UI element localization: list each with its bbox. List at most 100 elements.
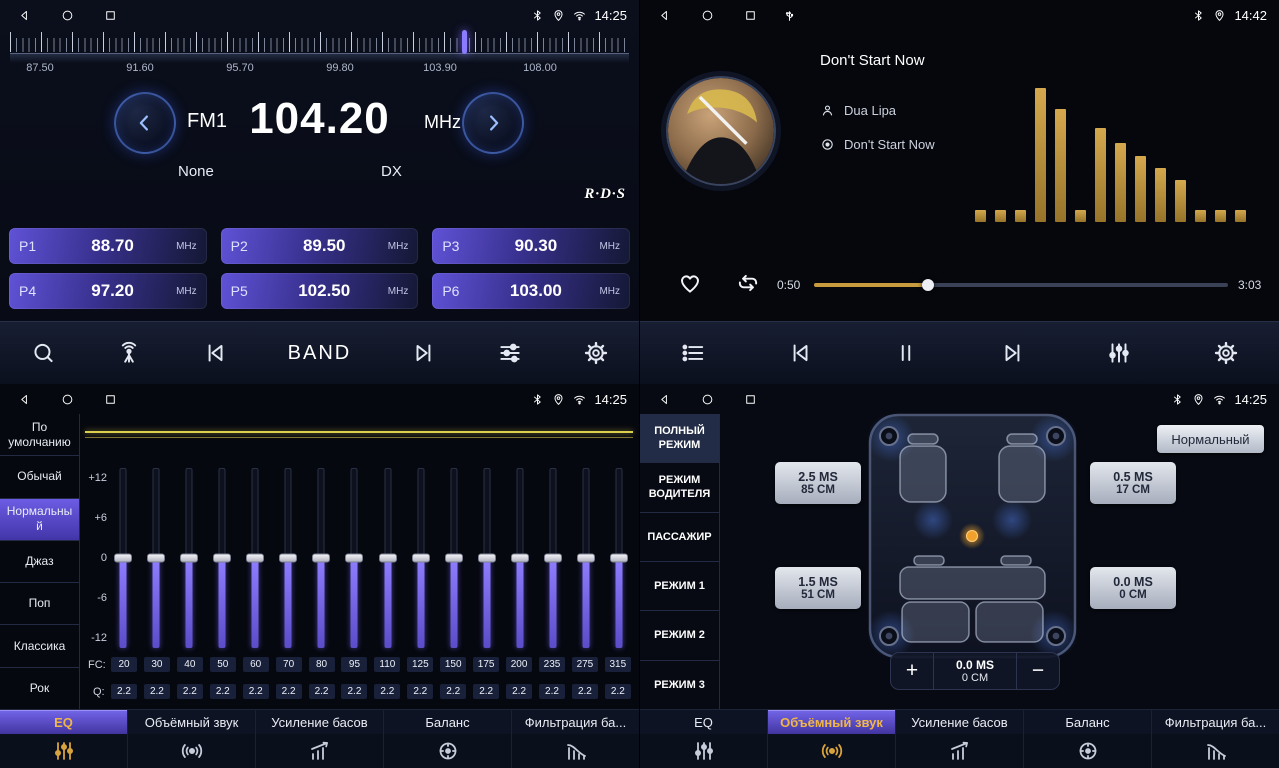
radio-preset-p3[interactable]: P390.30MHz <box>432 228 630 264</box>
sf-mode-passenger[interactable]: ПАССАЖИР <box>640 513 719 562</box>
balance-fader-icon[interactable] <box>1024 734 1151 768</box>
tab-surround[interactable]: Объёмный звук <box>768 710 896 768</box>
eq-band-slider-200hz[interactable] <box>508 468 532 648</box>
tab-bass-boost[interactable]: Усиление басов <box>896 710 1024 768</box>
nav-recents-icon[interactable] <box>104 9 117 22</box>
eq-band-slider-80hz[interactable] <box>309 468 333 648</box>
nav-back-icon[interactable] <box>658 393 671 406</box>
eq-band-slider-175hz[interactable] <box>475 468 499 648</box>
eq-slider-handle[interactable] <box>345 554 363 563</box>
nav-home-icon[interactable] <box>61 393 74 406</box>
audio-settings-icon[interactable] <box>497 340 523 366</box>
eq-band-slider-60hz[interactable] <box>243 468 267 648</box>
delay-front-right[interactable]: 0.5 MS 17 CM <box>1090 462 1176 504</box>
eq-preset-normal[interactable]: Нормальный <box>0 499 79 541</box>
next-track-icon[interactable] <box>1000 340 1026 366</box>
tab-label[interactable]: Объёмный звук <box>128 710 255 734</box>
filter-crossover-icon[interactable] <box>1152 734 1279 768</box>
tab-balance[interactable]: Баланс <box>1024 710 1152 768</box>
sf-mode-2[interactable]: РЕЖИМ 2 <box>640 611 719 660</box>
eq-band-slider-30hz[interactable] <box>144 468 168 648</box>
nav-back-icon[interactable] <box>18 393 31 406</box>
eq-slider-handle[interactable] <box>577 554 595 563</box>
frequency-pointer[interactable] <box>462 30 467 54</box>
next-station-icon[interactable] <box>411 340 437 366</box>
filter-crossover-icon[interactable] <box>512 734 639 768</box>
nav-recents-icon[interactable] <box>104 393 117 406</box>
eq-preset-classic[interactable]: Классика <box>0 625 79 667</box>
tab-surround[interactable]: Объёмный звук <box>128 710 256 768</box>
sf-mode-driver[interactable]: РЕЖИМ ВОДИТЕЛЯ <box>640 463 719 512</box>
progress-bar[interactable] <box>814 283 1228 287</box>
eq-slider-handle[interactable] <box>478 554 496 563</box>
favorite-heart-icon[interactable] <box>677 270 703 296</box>
tab-label[interactable]: Усиление басов <box>256 710 383 734</box>
tab-filter[interactable]: Фильтрация ба... <box>1152 710 1279 768</box>
delay-front-left[interactable]: 2.5 MS 85 CM <box>775 462 861 504</box>
delay-rear-right[interactable]: 0.0 MS 0 CM <box>1090 567 1176 609</box>
eq-band-slider-125hz[interactable] <box>409 468 433 648</box>
eq-slider-handle[interactable] <box>544 554 562 563</box>
eq-preset-jazz[interactable]: Джаз <box>0 541 79 583</box>
nav-home-icon[interactable] <box>701 9 714 22</box>
settings-gear-icon[interactable] <box>1213 340 1239 366</box>
tab-label[interactable]: EQ <box>640 710 767 734</box>
eq-slider-handle[interactable] <box>180 554 198 563</box>
sf-mode-1[interactable]: РЕЖИМ 1 <box>640 562 719 611</box>
tab-label[interactable]: Объёмный звук <box>768 710 895 734</box>
tab-label[interactable]: Баланс <box>1024 710 1151 734</box>
band-button[interactable]: BAND <box>288 342 352 365</box>
surround-sound-icon[interactable] <box>768 734 895 768</box>
eq-faders-icon[interactable] <box>640 734 767 768</box>
increase-delay-button[interactable]: + <box>891 653 933 689</box>
tab-balance[interactable]: Баланс <box>384 710 512 768</box>
tab-eq[interactable]: EQ <box>640 710 768 768</box>
eq-slider-handle[interactable] <box>114 554 132 563</box>
frequency-scale[interactable]: 87.50 91.60 95.70 99.80 103.90 108.00 <box>10 30 629 80</box>
nav-back-icon[interactable] <box>18 9 31 22</box>
radio-preset-p4[interactable]: P497.20MHz <box>9 273 207 309</box>
bass-boost-icon[interactable] <box>256 734 383 768</box>
eq-preset-default[interactable]: По умолчанию <box>0 414 79 456</box>
sf-preset-button[interactable]: Нормальный <box>1157 425 1264 453</box>
eq-slider-handle[interactable] <box>379 554 397 563</box>
eq-band-slider-315hz[interactable] <box>607 468 631 648</box>
eq-slider-handle[interactable] <box>312 554 330 563</box>
radio-preset-p6[interactable]: P6103.00MHz <box>432 273 630 309</box>
sf-mode-3[interactable]: РЕЖИМ 3 <box>640 661 719 710</box>
eq-slider-handle[interactable] <box>511 554 529 563</box>
bass-boost-icon[interactable] <box>896 734 1023 768</box>
eq-slider-handle[interactable] <box>246 554 264 563</box>
sf-mode-full[interactable]: ПОЛНЫЙ РЕЖИМ <box>640 414 719 463</box>
eq-band-slider-235hz[interactable] <box>541 468 565 648</box>
eq-slider-handle[interactable] <box>147 554 165 563</box>
tab-bass-boost[interactable]: Усиление басов <box>256 710 384 768</box>
radio-preset-p1[interactable]: P188.70MHz <box>9 228 207 264</box>
eq-band-slider-70hz[interactable] <box>276 468 300 648</box>
eq-slider-handle[interactable] <box>279 554 297 563</box>
eq-slider-handle[interactable] <box>412 554 430 563</box>
eq-slider-handle[interactable] <box>610 554 628 563</box>
eq-band-slider-275hz[interactable] <box>574 468 598 648</box>
radio-preset-p5[interactable]: P5102.50MHz <box>221 273 419 309</box>
eq-band-slider-40hz[interactable] <box>177 468 201 648</box>
eq-slider-handle[interactable] <box>445 554 463 563</box>
radio-scan-icon[interactable] <box>116 340 142 366</box>
surround-sound-icon[interactable] <box>128 734 255 768</box>
eq-band-slider-150hz[interactable] <box>442 468 466 648</box>
nav-home-icon[interactable] <box>701 393 714 406</box>
tab-label[interactable]: EQ <box>0 710 127 734</box>
eq-slider-handle[interactable] <box>213 554 231 563</box>
eq-band-slider-20hz[interactable] <box>111 468 135 648</box>
repeat-icon[interactable] <box>735 270 761 296</box>
eq-band-slider-110hz[interactable] <box>376 468 400 648</box>
eq-preset-pop[interactable]: Поп <box>0 583 79 625</box>
tab-label[interactable]: Фильтрация ба... <box>512 710 639 734</box>
tab-label[interactable]: Фильтрация ба... <box>1152 710 1279 734</box>
previous-station-icon[interactable] <box>202 340 228 366</box>
playlist-icon[interactable] <box>680 340 706 366</box>
equalizer-faders-icon[interactable] <box>1106 340 1132 366</box>
settings-gear-icon[interactable] <box>583 340 609 366</box>
tab-filter[interactable]: Фильтрация ба... <box>512 710 639 768</box>
car-cabin-diagram[interactable] <box>865 410 1080 662</box>
